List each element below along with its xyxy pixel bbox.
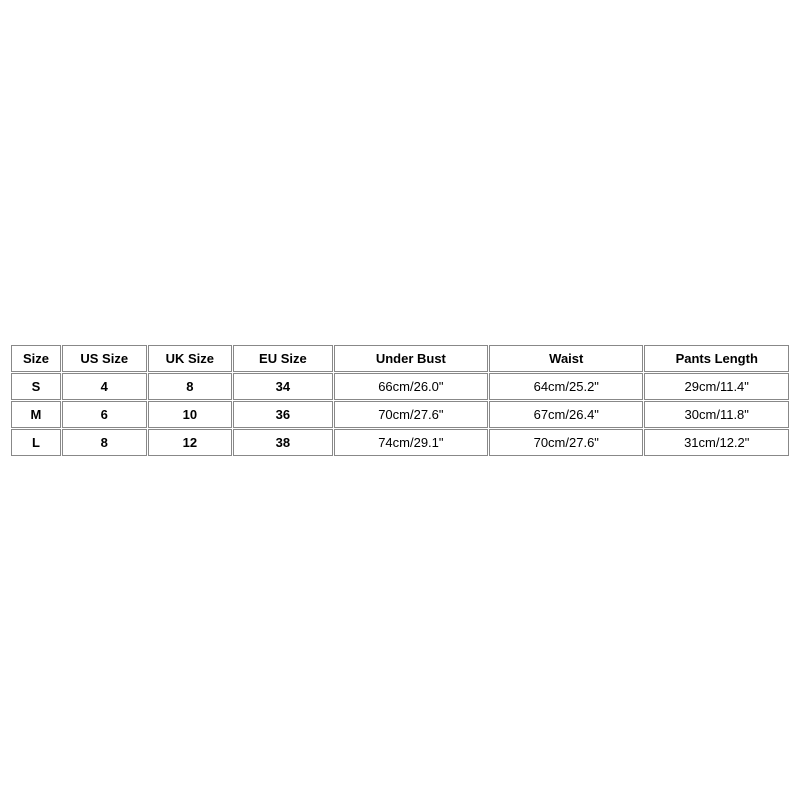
header-uk-size: UK Size <box>148 345 233 372</box>
cell-pants: 29cm/11.4" <box>644 373 789 400</box>
cell-eu: 38 <box>233 429 333 456</box>
cell-uk: 8 <box>148 373 233 400</box>
cell-underbust: 70cm/27.6" <box>334 401 488 428</box>
header-under-bust: Under Bust <box>334 345 488 372</box>
cell-eu: 34 <box>233 373 333 400</box>
cell-uk: 10 <box>148 401 233 428</box>
cell-waist: 67cm/26.4" <box>489 401 643 428</box>
cell-size: L <box>11 429 61 456</box>
header-pants-length: Pants Length <box>644 345 789 372</box>
table-row: S 4 8 34 66cm/26.0" 64cm/25.2" 29cm/11.4… <box>11 373 789 400</box>
header-waist: Waist <box>489 345 643 372</box>
table-row: L 8 12 38 74cm/29.1" 70cm/27.6" 31cm/12.… <box>11 429 789 456</box>
cell-waist: 64cm/25.2" <box>489 373 643 400</box>
cell-waist: 70cm/27.6" <box>489 429 643 456</box>
cell-underbust: 66cm/26.0" <box>334 373 488 400</box>
header-size: Size <box>11 345 61 372</box>
cell-us: 8 <box>62 429 147 456</box>
cell-us: 4 <box>62 373 147 400</box>
cell-underbust: 74cm/29.1" <box>334 429 488 456</box>
cell-us: 6 <box>62 401 147 428</box>
table-header-row: Size US Size UK Size EU Size Under Bust … <box>11 345 789 372</box>
header-eu-size: EU Size <box>233 345 333 372</box>
cell-eu: 36 <box>233 401 333 428</box>
size-table: Size US Size UK Size EU Size Under Bust … <box>10 344 790 457</box>
cell-pants: 31cm/12.2" <box>644 429 789 456</box>
cell-size: M <box>11 401 61 428</box>
cell-size: S <box>11 373 61 400</box>
cell-uk: 12 <box>148 429 233 456</box>
table-row: M 6 10 36 70cm/27.6" 67cm/26.4" 30cm/11.… <box>11 401 789 428</box>
header-us-size: US Size <box>62 345 147 372</box>
size-chart-table: Size US Size UK Size EU Size Under Bust … <box>10 344 790 457</box>
cell-pants: 30cm/11.8" <box>644 401 789 428</box>
